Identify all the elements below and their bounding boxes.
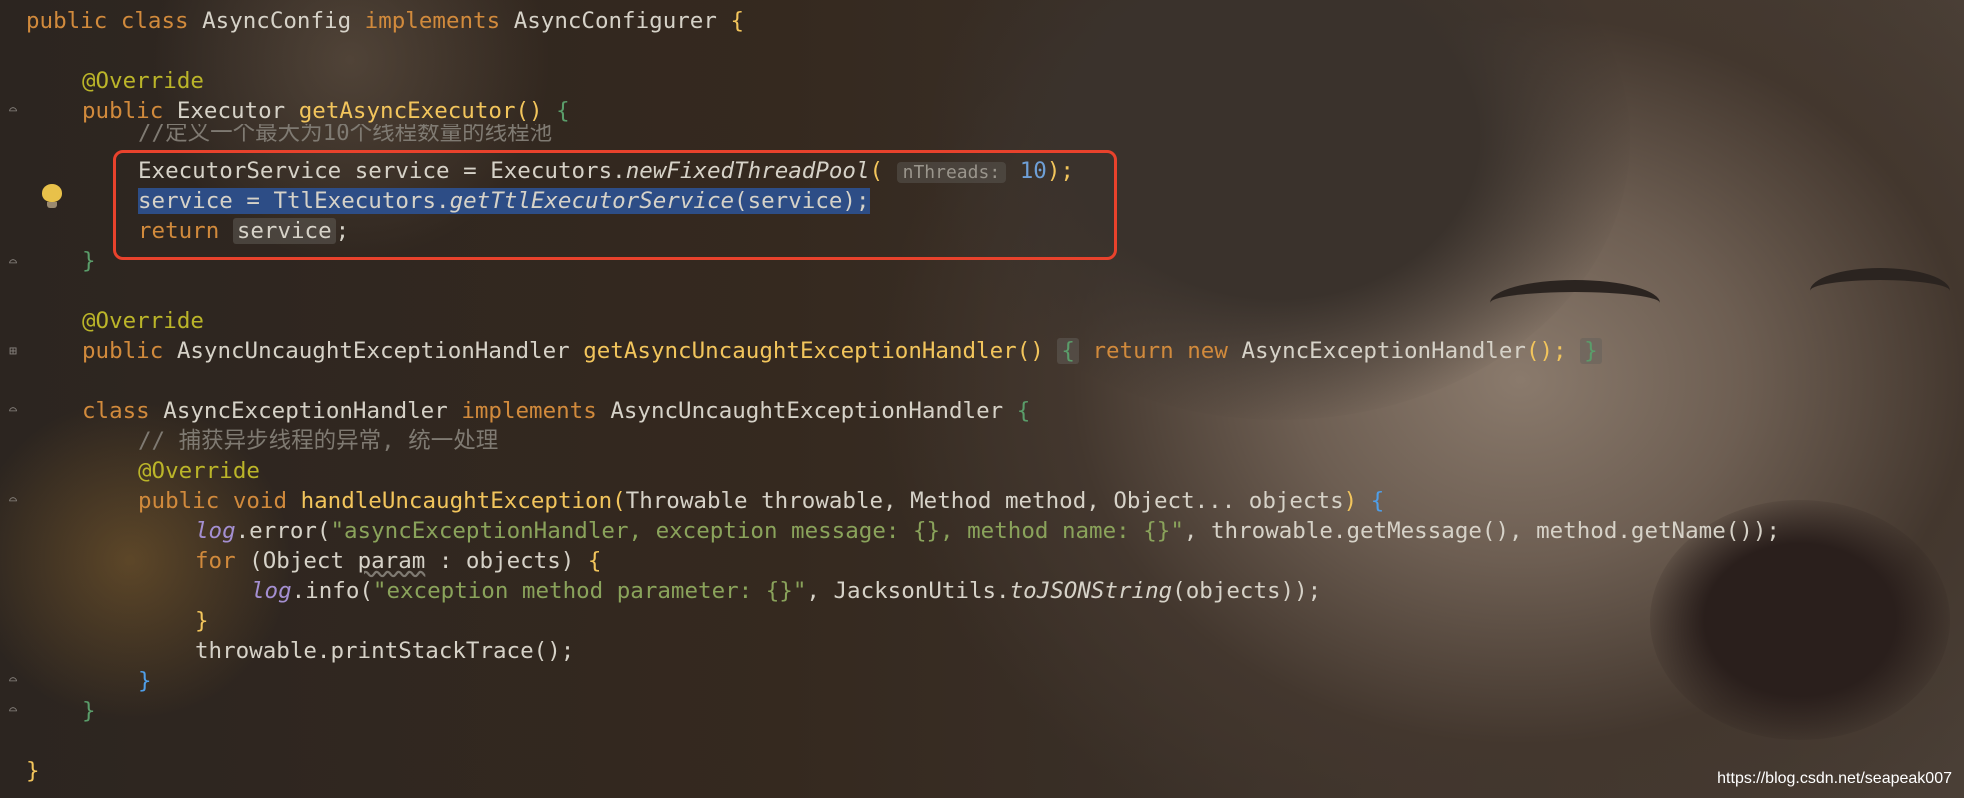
keyword: public [82, 98, 164, 124]
lightbulb-intention-icon[interactable] [42, 184, 62, 210]
code-text: : objects) [425, 548, 588, 574]
keyword: public [82, 338, 164, 364]
paren: () [1016, 338, 1044, 364]
code-line-comment: //定义一个最大为10个线程数量的线程池 [138, 124, 552, 142]
code-line-handle-method: public void handleUncaughtException(Thro… [138, 486, 1384, 516]
expand-fold-icon[interactable]: ⊞ [6, 345, 20, 359]
code-line-close: } [138, 666, 152, 696]
method-call: .info( [291, 578, 373, 604]
code-line-log-error: log.error("asyncExceptionHandler, except… [195, 516, 1780, 546]
variable: param [357, 548, 426, 574]
keyword: class [82, 398, 150, 424]
folded-brace[interactable]: } [1580, 338, 1602, 364]
keyword: new [1187, 338, 1228, 364]
brace: } [82, 248, 96, 274]
brace: { [1016, 398, 1031, 424]
parameters: Throwable throwable, Method method, Obje… [625, 488, 1344, 514]
code-line-stacktrace: throwable.printStackTrace(); [195, 636, 574, 666]
fold-icon[interactable]: ⌓ [6, 404, 20, 418]
photo-eye-left [1490, 280, 1660, 326]
bulb-base [47, 202, 57, 208]
paren: ) [1343, 488, 1358, 514]
brace: } [82, 698, 96, 724]
brace: { [730, 8, 744, 34]
code-line-for: for (Object param : objects) { [195, 546, 601, 576]
paren: ( [612, 488, 626, 514]
code-text: throwable.printStackTrace(); [195, 638, 575, 664]
brace: } [195, 608, 209, 634]
code-line-annotation: @Override [138, 456, 260, 486]
comment: // 捕获异步线程的异常, 统一处理 [138, 428, 499, 454]
code-line-class: public class AsyncConfig implements Asyn… [26, 6, 744, 36]
code-line-close: } [82, 696, 96, 726]
fold-icon[interactable]: ⌓ [6, 674, 20, 688]
field-ref: log [195, 518, 236, 544]
class-name: AsyncConfig [202, 8, 352, 34]
fold-icon[interactable]: ⌓ [6, 494, 20, 508]
code-line-close: } [195, 606, 209, 636]
fold-icon[interactable]: ⌓ [6, 256, 20, 270]
type-name: AsyncUncaughtExceptionHandler [176, 338, 570, 364]
interface-name: AsyncConfigurer [513, 8, 717, 34]
fold-icon[interactable]: ⌓ [6, 104, 20, 118]
string-literal: "exception method parameter: {}" [372, 578, 807, 604]
method-call: .error( [235, 518, 331, 544]
static-method: toJSONString [1009, 578, 1173, 604]
type-name: Executor [176, 98, 286, 124]
code-line-log-info: log.info("exception method parameter: {}… [251, 576, 1321, 606]
code-text: (Object [235, 548, 358, 574]
red-highlight-box [113, 150, 1117, 260]
brace: { [556, 98, 570, 124]
code-line-close: } [26, 756, 40, 786]
method-name: getAsyncUncaughtExceptionHandler [583, 338, 1017, 364]
call: (); [1525, 338, 1567, 364]
keyword: for [195, 548, 236, 574]
keyword: public [26, 8, 108, 34]
keyword: void [232, 488, 288, 514]
field-ref: log [251, 578, 292, 604]
code-line-inner-class: class AsyncExceptionHandler implements A… [82, 396, 1030, 426]
annotation: @Override [138, 458, 260, 484]
string-literal: "asyncExceptionHandler, exception messag… [330, 518, 1184, 544]
photo-eye-right [1810, 268, 1950, 314]
keyword: implements [461, 398, 597, 424]
code-line-method: public Executor getAsyncExecutor() { [82, 96, 570, 126]
paren: () [515, 98, 543, 124]
brace: } [26, 758, 40, 784]
code-line-comment: // 捕获异步线程的异常, 统一处理 [138, 426, 498, 456]
code-text: , throwable.getMessage(), method.getName… [1183, 518, 1780, 544]
keyword: class [120, 8, 189, 34]
brace: { [587, 548, 602, 574]
fold-icon[interactable]: ⌓ [6, 704, 20, 718]
code-line-close: } [82, 246, 96, 276]
brace: } [138, 668, 152, 694]
bulb-glass [42, 184, 62, 202]
method-name: getAsyncExecutor [298, 98, 516, 124]
code-line-annotation: @Override [82, 306, 204, 336]
class-name: AsyncExceptionHandler [1241, 338, 1526, 364]
watermark: https://blog.csdn.net/seapeak007 [1717, 770, 1952, 787]
code-text: , JacksonUtils. [806, 578, 1010, 604]
class-name: AsyncExceptionHandler [163, 398, 448, 424]
interface-name: AsyncUncaughtExceptionHandler [610, 398, 1004, 424]
keyword: public [138, 488, 220, 514]
keyword: return [1092, 338, 1174, 364]
code-line-annotation: @Override [82, 66, 204, 96]
annotation: @Override [82, 308, 204, 334]
editor-gutter: ⌓ ⌓ ⊞ ⌓ ⌓ ⌓ ⌓ [0, 0, 22, 798]
folded-brace[interactable]: { [1057, 338, 1079, 364]
comment: //定义一个最大为10个线程数量的线程池 [138, 124, 553, 142]
code-text: (objects)); [1172, 578, 1322, 604]
code-line-handler-method: public AsyncUncaughtExceptionHandler get… [82, 336, 1602, 366]
keyword: implements [364, 8, 501, 34]
brace: { [1370, 488, 1385, 514]
annotation: @Override [82, 68, 204, 94]
method-name: handleUncaughtException [300, 488, 613, 514]
